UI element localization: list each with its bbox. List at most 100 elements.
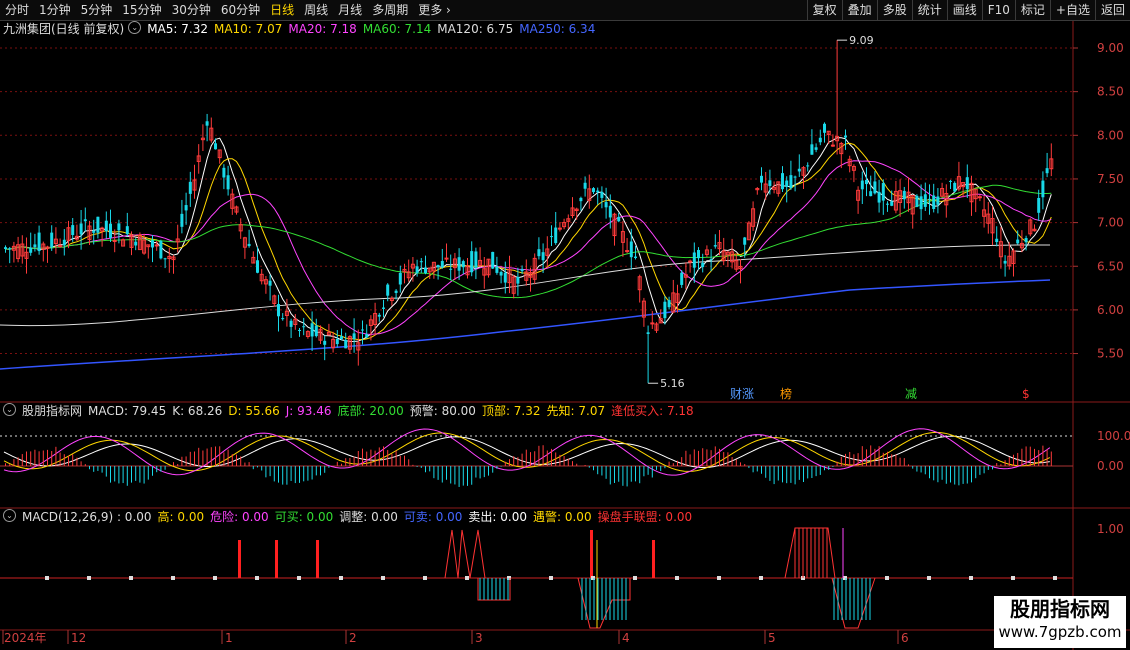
candle-body: [361, 329, 364, 331]
candle-body: [634, 256, 637, 259]
candle-body: [596, 190, 600, 193]
candle-body: [830, 144, 835, 147]
price-tick-label: 8.00: [1097, 128, 1124, 142]
price-tick-label: 6.00: [1097, 303, 1124, 317]
event-marker: $: [1022, 387, 1030, 401]
signal-dot: [759, 576, 763, 580]
candle-body: [520, 269, 524, 272]
candle-body: [743, 237, 747, 245]
candle-body: [760, 175, 763, 183]
candle-body: [877, 191, 881, 203]
candle-body: [37, 232, 41, 252]
candle-body: [713, 245, 717, 247]
candle-body: [789, 175, 793, 189]
time-tick-label: 1: [225, 631, 233, 645]
candle-body: [629, 241, 633, 258]
candle-body: [516, 276, 520, 284]
candle-body: [932, 195, 936, 210]
signal-dot: [969, 576, 973, 580]
signal-spike: [238, 540, 241, 578]
price-high-label: 9.09: [849, 34, 874, 47]
candle-body: [268, 280, 272, 286]
event-marker: 财涨: [730, 386, 754, 401]
candle-body: [709, 259, 713, 261]
candle-body: [314, 325, 318, 337]
candle-body: [365, 334, 369, 338]
candle-body: [554, 227, 558, 244]
candle-body: [415, 266, 419, 274]
candle-body: [1045, 168, 1049, 174]
candle-body: [1016, 239, 1020, 244]
candle-body: [1003, 260, 1007, 264]
candle-body: [398, 272, 402, 285]
candle-body: [579, 197, 583, 202]
candle-body: [277, 304, 280, 317]
candle-body: [436, 264, 440, 268]
signal-dot: [633, 576, 637, 580]
candle-body: [335, 339, 339, 345]
candle-body: [440, 260, 444, 268]
candle-body: [818, 137, 822, 143]
signal-spike: [652, 540, 655, 578]
signal-dot: [885, 576, 889, 580]
candle-body: [768, 180, 772, 186]
candle-body: [151, 240, 154, 248]
price-tick-label: 8.50: [1097, 85, 1124, 99]
candle-body: [205, 121, 209, 126]
signal-dot: [381, 576, 385, 580]
candle-body: [1037, 198, 1041, 213]
signal-dot: [675, 576, 679, 580]
candle-body: [58, 245, 63, 248]
candle-body: [247, 243, 251, 247]
event-marker: 减: [905, 387, 917, 401]
time-tick-label: 2: [349, 631, 357, 645]
indicator1-tick-label: 100.0: [1097, 429, 1130, 443]
candle-body: [159, 240, 163, 259]
candle-body: [344, 339, 348, 349]
time-tick-label: 3: [475, 631, 483, 645]
candle-body: [4, 247, 7, 249]
candle-body: [902, 190, 906, 200]
price-low-label: 5.16: [660, 377, 685, 390]
candle-body: [117, 223, 121, 231]
candle-body: [83, 219, 87, 222]
candle-body: [600, 191, 604, 198]
candle-body: [298, 329, 301, 331]
candle-body: [499, 271, 503, 276]
time-tick-label: 5: [768, 631, 776, 645]
candle-body: [869, 191, 873, 197]
kline-chart[interactable]: 9.00 8.50 8.00 7.50 7.00 6.50 6.00 5.50 100.0 0.0…: [0, 0, 1130, 650]
signal-dot: [129, 576, 133, 580]
signal-dot: [1053, 576, 1057, 580]
candle-body: [491, 251, 495, 269]
candle-body: [541, 252, 545, 261]
candle-body: [289, 320, 293, 327]
time-tick-label: 6: [901, 631, 909, 645]
signal-spike: [316, 540, 319, 578]
signal-spike: [590, 530, 593, 578]
candle-body: [701, 262, 705, 268]
candle-body: [495, 266, 499, 273]
candle-body: [692, 252, 696, 268]
candle-body: [1024, 238, 1028, 243]
price-tick-label: 6.50: [1097, 259, 1124, 273]
candle-body: [797, 168, 801, 172]
candle-body: [79, 223, 83, 235]
candle-body: [184, 205, 188, 211]
candle-body: [953, 182, 957, 192]
candle-body: [377, 314, 381, 317]
candle-body: [873, 181, 877, 194]
candle-body: [915, 195, 919, 207]
candle-body: [112, 240, 117, 243]
annotations: 9.09 5.16 财涨 榜 减 $: [648, 34, 1030, 401]
price-tick-label: 7.00: [1097, 216, 1124, 230]
candle-body: [503, 272, 507, 283]
indicator1-line: [3, 435, 1050, 468]
candle-body: [457, 257, 461, 271]
candle-body: [688, 260, 693, 263]
candle-body: [449, 268, 453, 270]
candle-body: [180, 213, 184, 227]
candle-body: [667, 300, 671, 308]
signal-dot: [87, 576, 91, 580]
candle-body: [890, 201, 894, 206]
